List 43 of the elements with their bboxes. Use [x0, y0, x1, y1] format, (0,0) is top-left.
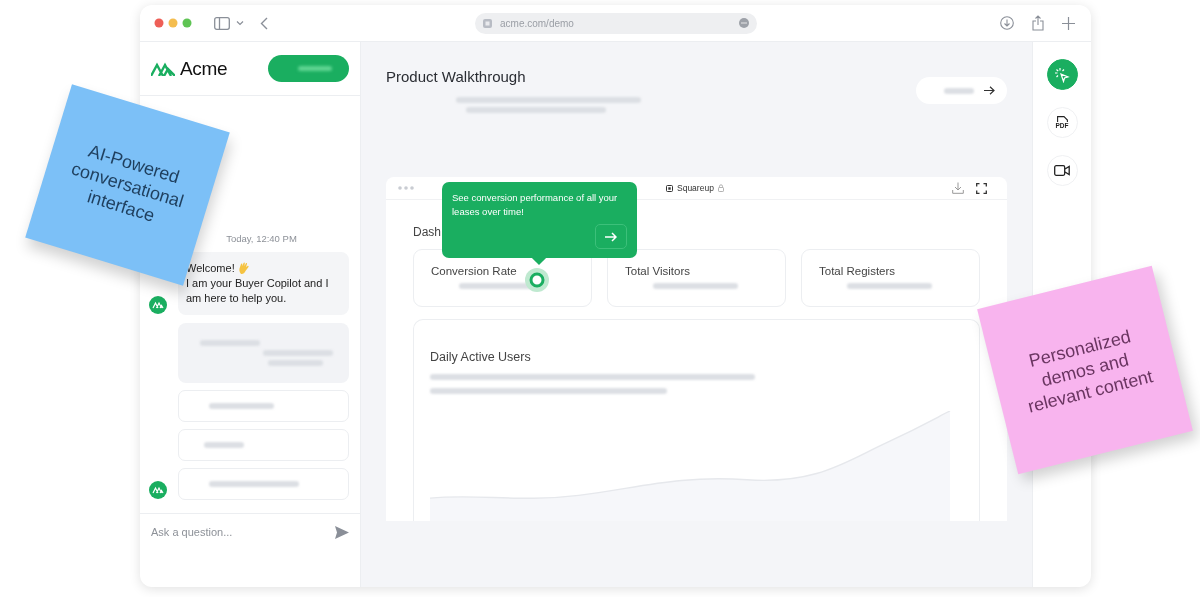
- tooltip-text: See conversion performance of all your leases over time!: [452, 191, 619, 219]
- avatar-icon: [149, 296, 167, 314]
- next-step-button[interactable]: [595, 224, 627, 249]
- plus-icon[interactable]: [1062, 16, 1075, 30]
- logo-text: Acme: [180, 57, 228, 80]
- question-input[interactable]: Ask a question...: [151, 526, 335, 538]
- video-button[interactable]: [1046, 155, 1078, 186]
- action-button[interactable]: [268, 55, 349, 82]
- site-icon: [666, 184, 673, 192]
- dots-icon: [398, 186, 414, 190]
- back-icon[interactable]: [260, 16, 268, 30]
- more-icon[interactable]: [739, 18, 749, 28]
- site-name: Squareup: [677, 183, 714, 193]
- lock-icon: [717, 184, 724, 192]
- avatar-icon: [149, 481, 167, 499]
- stat-label: Total Visitors: [625, 265, 691, 277]
- chevron-down-icon[interactable]: [236, 20, 244, 26]
- send-icon[interactable]: [335, 525, 349, 539]
- arrow-right-icon: [605, 231, 617, 242]
- chart-title: Daily Active Users: [430, 350, 532, 364]
- download-icon[interactable]: [1000, 16, 1014, 30]
- cursor-click-icon: [1054, 66, 1070, 83]
- walkthrough-button[interactable]: [1046, 59, 1078, 90]
- arrow-right-icon: [984, 86, 995, 95]
- url-text: acme.com/demo: [500, 17, 574, 29]
- hotspot-icon[interactable]: [525, 268, 549, 292]
- waving-hand-icon: [237, 262, 250, 275]
- download-icon[interactable]: [952, 182, 964, 194]
- logo-icon: [151, 61, 175, 76]
- greeting-text: Welcome!: [186, 261, 235, 276]
- dashboard-heading: Dash: [413, 225, 441, 241]
- sidebar-toggle-icon[interactable]: [214, 16, 230, 30]
- site-icon: [483, 18, 492, 28]
- timestamp: Today, 12:40 PM: [225, 233, 298, 244]
- page-title: Product Walkthrough: [386, 68, 527, 85]
- window-controls-icon[interactable]: [154, 18, 192, 28]
- video-camera-icon: [1054, 165, 1070, 176]
- share-icon[interactable]: [1032, 15, 1044, 31]
- stat-label: Conversion Rate: [431, 265, 518, 277]
- document-icon: [1056, 116, 1068, 122]
- stat-label: Total Registers: [819, 265, 897, 277]
- fullscreen-icon[interactable]: [976, 182, 987, 194]
- message-text: I am your Buyer Copilot and I am here to help you.: [186, 276, 330, 306]
